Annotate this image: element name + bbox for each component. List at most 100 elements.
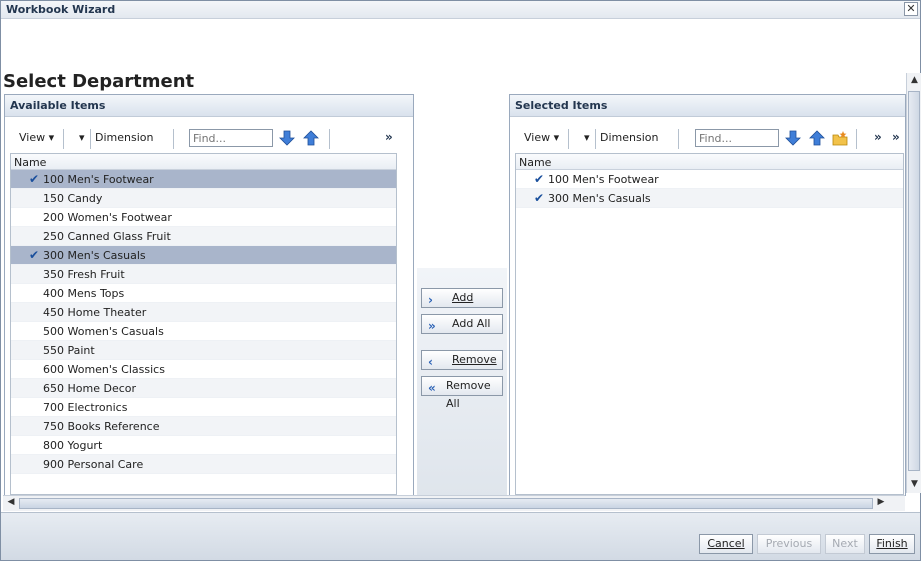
list-item-label: 450 Home Theater — [43, 306, 147, 319]
list-item[interactable]: ✔ 100 Men's Footwear — [11, 170, 396, 189]
dimension-menu[interactable]: Dimension — [95, 131, 153, 144]
list-item[interactable]: 250 Canned Glass Fruit — [11, 227, 396, 246]
selected-items-title: Selected Items — [515, 99, 608, 112]
view-menu[interactable]: View ▾ — [524, 131, 559, 144]
dimension-menu[interactable]: Dimension — [600, 131, 658, 144]
list-item-label: 800 Yogurt — [43, 439, 103, 452]
list-item[interactable]: 500 Women's Casuals — [11, 322, 396, 341]
list-item[interactable]: 400 Mens Tops — [11, 284, 396, 303]
double-chevron-left-icon: « — [428, 381, 436, 395]
check-icon: ✔ — [29, 172, 40, 186]
window-title: Workbook Wizard — [6, 3, 116, 16]
toolbar-separator — [63, 129, 64, 149]
available-toolbar: View ▾ ▾ Dimension » — [5, 127, 413, 151]
double-chevron-right-icon: » — [428, 319, 436, 333]
close-icon[interactable]: ✕ — [904, 2, 918, 16]
scroll-down-icon[interactable]: ▼ — [909, 479, 920, 491]
scroll-thumb[interactable] — [908, 91, 920, 471]
workbook-wizard-window: Workbook Wizard ✕ Select Department Avai… — [0, 0, 921, 561]
check-icon: ✔ — [29, 248, 40, 262]
list-item[interactable]: 450 Home Theater — [11, 303, 396, 322]
list-item-label: 550 Paint — [43, 344, 95, 357]
available-items-header: Available Items — [5, 95, 413, 117]
column-header-name[interactable]: Name — [11, 154, 396, 170]
list-item[interactable]: 750 Books Reference — [11, 417, 396, 436]
toolbar-separator — [595, 129, 596, 149]
list-item[interactable]: 650 Home Decor — [11, 379, 396, 398]
selected-items-table: Name ✔ 100 Men's Footwear ✔ 300 Men's Casua… — [515, 153, 904, 495]
scroll-up-icon[interactable]: ▲ — [909, 75, 920, 87]
list-item-label: 900 Personal Care — [43, 458, 144, 471]
more-icon[interactable]: » — [385, 130, 393, 144]
list-item-label: 100 Men's Footwear — [43, 173, 154, 186]
chevron-right-icon: › — [428, 293, 433, 307]
find-input[interactable] — [189, 129, 273, 147]
list-item-label: 650 Home Decor — [43, 382, 137, 395]
finish-button[interactable]: Finish — [869, 534, 915, 554]
list-item[interactable]: 700 Electronics — [11, 398, 396, 417]
column-header-name[interactable]: Name — [516, 154, 903, 170]
list-item-label: 500 Women's Casuals — [43, 325, 164, 338]
list-item[interactable]: ✔ 300 Men's Casuals — [11, 246, 396, 265]
toolbar-separator — [173, 129, 174, 149]
add-button[interactable]: › Add — [421, 288, 503, 308]
folder-star-icon[interactable] — [832, 130, 848, 146]
toolbar-separator — [90, 129, 91, 149]
list-item-label: 300 Men's Casuals — [548, 192, 651, 205]
list-item[interactable]: 550 Paint — [11, 341, 396, 360]
available-items-table: Name ✔ 100 Men's Footwear 150 Candy 200 Wom… — [10, 153, 397, 495]
selected-rows: ✔ 100 Men's Footwear ✔ 300 Men's Casuals — [516, 170, 903, 208]
chevron-down-icon[interactable]: ▾ — [584, 131, 590, 144]
list-item-label: 250 Canned Glass Fruit — [43, 230, 171, 243]
list-item-label: 150 Candy — [43, 192, 103, 205]
available-items-title: Available Items — [10, 99, 106, 112]
list-item[interactable]: 900 Personal Care — [11, 455, 396, 474]
chevron-left-icon: ‹ — [428, 355, 433, 369]
list-item[interactable]: 150 Candy — [11, 189, 396, 208]
list-item[interactable]: ✔ 300 Men's Casuals — [516, 189, 903, 208]
toolbar-separator — [568, 129, 569, 149]
more-icon[interactable]: » — [892, 130, 900, 144]
toolbar-separator — [856, 129, 857, 149]
list-item[interactable]: 800 Yogurt — [11, 436, 396, 455]
next-button[interactable]: Next — [825, 534, 865, 554]
down-arrow-icon[interactable] — [785, 130, 801, 146]
horizontal-scrollbar[interactable]: ◀ ▶ — [3, 495, 905, 511]
check-icon: ✔ — [534, 172, 545, 186]
previous-button[interactable]: Previous — [757, 534, 821, 554]
list-item[interactable]: 350 Fresh Fruit — [11, 265, 396, 284]
toolbar-separator — [329, 129, 330, 149]
scroll-right-icon[interactable]: ▶ — [875, 497, 887, 510]
list-item-label: 400 Mens Tops — [43, 287, 125, 300]
list-item[interactable]: 600 Women's Classics — [11, 360, 396, 379]
scroll-thumb[interactable] — [19, 498, 873, 509]
chevron-down-icon[interactable]: ▾ — [79, 131, 85, 144]
list-item[interactable]: 200 Women's Footwear — [11, 208, 396, 227]
page-title: Select Department — [3, 71, 195, 92]
list-item-label: 600 Women's Classics — [43, 363, 165, 376]
available-items-panel: Available Items View ▾ ▾ Dimension » Nam… — [4, 94, 414, 496]
more-icon[interactable]: » — [874, 130, 882, 144]
check-icon: ✔ — [534, 191, 545, 205]
down-arrow-icon[interactable] — [279, 130, 295, 146]
find-input[interactable] — [695, 129, 779, 147]
selected-items-panel: Selected Items View ▾ ▾ Dimension » » Na… — [509, 94, 906, 496]
list-item-label: 750 Books Reference — [43, 420, 160, 433]
selected-toolbar: View ▾ ▾ Dimension » » — [510, 127, 905, 151]
title-bar: Workbook Wizard ✕ — [1, 1, 920, 19]
remove-button[interactable]: ‹ Remove — [421, 350, 503, 370]
list-item-label: 300 Men's Casuals — [43, 249, 146, 262]
view-menu[interactable]: View ▾ — [19, 131, 54, 144]
up-arrow-icon[interactable] — [809, 130, 825, 146]
list-item[interactable]: ✔ 100 Men's Footwear — [516, 170, 903, 189]
scroll-left-icon[interactable]: ◀ — [5, 497, 17, 510]
list-item-label: 200 Women's Footwear — [43, 211, 172, 224]
add-all-button[interactable]: » Add All — [421, 314, 503, 334]
available-rows: ✔ 100 Men's Footwear 150 Candy 200 Women's … — [11, 170, 396, 474]
selected-items-header: Selected Items — [510, 95, 905, 117]
vertical-scrollbar[interactable]: ▲ ▼ — [906, 73, 921, 493]
up-arrow-icon[interactable] — [303, 130, 319, 146]
cancel-button[interactable]: Cancel — [699, 534, 753, 554]
remove-all-button[interactable]: «Remove All — [421, 376, 503, 410]
footer-bar: Cancel Previous Next Finish — [1, 512, 920, 560]
